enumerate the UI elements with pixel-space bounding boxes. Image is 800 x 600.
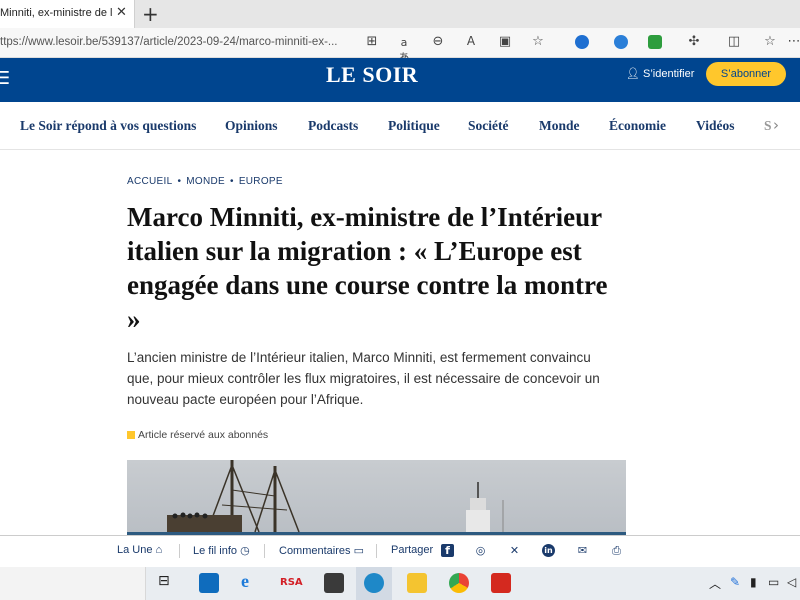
whatsapp-icon[interactable]: ◎ (474, 544, 487, 557)
premium-label: Article réservé aux abonnés (138, 429, 269, 441)
rsa-icon[interactable]: RSA (280, 577, 306, 597)
home-icon: ⌂ (155, 544, 163, 556)
share-bar: La Une ⌂ Le fil info ◷ Commentaires ▭ Pa… (0, 535, 800, 567)
acrobat-icon[interactable] (491, 573, 511, 593)
internet-explorer-icon[interactable]: e (241, 571, 261, 591)
clock-icon: ◷ (240, 545, 250, 557)
share-label: Partager (391, 544, 434, 556)
terminal-icon[interactable] (324, 573, 344, 593)
nav-item-monde[interactable]: Monde (539, 118, 580, 134)
site-header: ☰ LE SOIR 👤︎ S’identifier S’abonner (0, 58, 800, 102)
tab-title: Minniti, ex-ministre de l’Int (0, 7, 112, 19)
feed-label: Le fil info (193, 545, 238, 557)
browser-tab-strip: Minniti, ex-ministre de l’Int ✕ + (0, 0, 800, 28)
address-bar-row: ttps://www.lesoir.be/539137/article/2023… (0, 28, 800, 64)
chevron-up-icon[interactable]: ︿ (709, 575, 721, 592)
battery-icon[interactable]: ▭ (768, 575, 779, 589)
file-explorer-icon[interactable] (407, 573, 427, 593)
divider (264, 544, 265, 558)
comment-icon: ▭ (353, 545, 364, 557)
divider (179, 544, 180, 558)
nav-item-questions[interactable]: Le Soir répond à vos questions (20, 118, 196, 134)
breadcrumb-monde[interactable]: MONDE (186, 176, 225, 187)
print-icon[interactable]: ⎙ (610, 544, 623, 557)
new-tab-button[interactable]: + (142, 2, 159, 26)
extension-drop-icon[interactable] (614, 35, 628, 49)
breadcrumb-separator: • (230, 176, 234, 187)
site-logo[interactable]: LE SOIR (326, 62, 418, 88)
taskbar-search[interactable] (0, 567, 146, 600)
text-size-icon[interactable]: A (463, 34, 479, 48)
usb-icon[interactable]: ▮ (750, 575, 757, 589)
chrome-icon[interactable] (449, 573, 469, 593)
comments-label: Commentaires (279, 545, 351, 557)
article-lead: L’ancien ministre de l’Intérieur italien… (127, 350, 600, 407)
menu-icon[interactable]: ☰ (0, 68, 10, 89)
login-label: S’identifier (643, 68, 695, 80)
email-icon[interactable]: ✉ (576, 544, 589, 557)
breadcrumb: ACCUEIL • MONDE • EUROPE (127, 176, 283, 187)
breadcrumb-separator: • (177, 176, 182, 187)
pen-icon[interactable]: ✎ (730, 575, 740, 589)
divider (376, 544, 377, 558)
favorite-star-icon[interactable]: ☆ (530, 34, 546, 49)
outlook-icon[interactable] (199, 573, 219, 593)
nav-item-truncated[interactable]: S (764, 118, 772, 134)
chevron-right-icon[interactable]: › (773, 116, 779, 134)
split-screen-icon[interactable]: ◫ (726, 34, 742, 49)
login-link[interactable]: 👤︎ S’identifier (626, 67, 694, 80)
user-icon: 👤︎ (626, 68, 644, 80)
nav-item-podcasts[interactable]: Podcasts (308, 118, 358, 134)
nav-item-economie[interactable]: Économie (609, 118, 666, 134)
breadcrumb-home[interactable]: ACCUEIL (127, 176, 172, 187)
grid-apps-icon[interactable]: ⊞ (364, 34, 380, 49)
address-bar-url[interactable]: ttps://www.lesoir.be/539137/article/2023… (0, 36, 352, 48)
browser-tab[interactable]: Minniti, ex-ministre de l’Int ✕ (0, 0, 135, 28)
home-label: La Une (117, 544, 153, 556)
article-photo (127, 460, 626, 536)
zoom-icon[interactable]: ⊖ (430, 34, 446, 49)
news-feed-link[interactable]: Le fil info ◷ (193, 544, 250, 557)
favorites-list-icon[interactable]: ☆ (762, 34, 778, 49)
premium-icon (127, 431, 135, 440)
boat-illustration (127, 460, 626, 536)
home-link[interactable]: La Une ⌂ (117, 544, 162, 556)
extension-green-icon[interactable] (648, 35, 662, 49)
nav-item-societe[interactable]: Société (468, 118, 508, 134)
volume-icon[interactable]: ◁ (787, 575, 796, 589)
subscribe-button[interactable]: S’abonner (706, 62, 786, 86)
x-twitter-icon[interactable]: ✕ (508, 544, 521, 557)
extension-shield-icon[interactable] (575, 35, 589, 49)
extensions-puzzle-icon[interactable]: ✣ (686, 34, 702, 49)
breadcrumb-europe[interactable]: EUROPE (239, 176, 283, 187)
nav-item-opinions[interactable]: Opinions (225, 118, 278, 134)
main-nav: Le Soir répond à vos questions Opinions … (0, 102, 800, 150)
more-icon[interactable]: ⋯ (786, 34, 800, 49)
close-tab-icon[interactable]: ✕ (116, 5, 127, 20)
edge-icon[interactable] (364, 573, 384, 593)
facebook-icon[interactable]: f (441, 544, 454, 557)
reader-icon[interactable]: ▣ (497, 34, 513, 49)
windows-taskbar: ⊟ e RSA ︿ ✎ ▮ ▭ ◁ (0, 567, 800, 600)
comments-link[interactable]: Commentaires ▭ (279, 544, 364, 557)
premium-badge: Article réservé aux abonnés (127, 429, 268, 441)
linkedin-icon[interactable]: in (542, 544, 555, 557)
article-headline: Marco Minniti, ex-ministre de l’Intérieu… (127, 202, 608, 334)
task-view-icon[interactable]: ⊟ (158, 573, 170, 589)
nav-item-politique[interactable]: Politique (388, 118, 440, 134)
nav-item-videos[interactable]: Vidéos (696, 118, 735, 134)
